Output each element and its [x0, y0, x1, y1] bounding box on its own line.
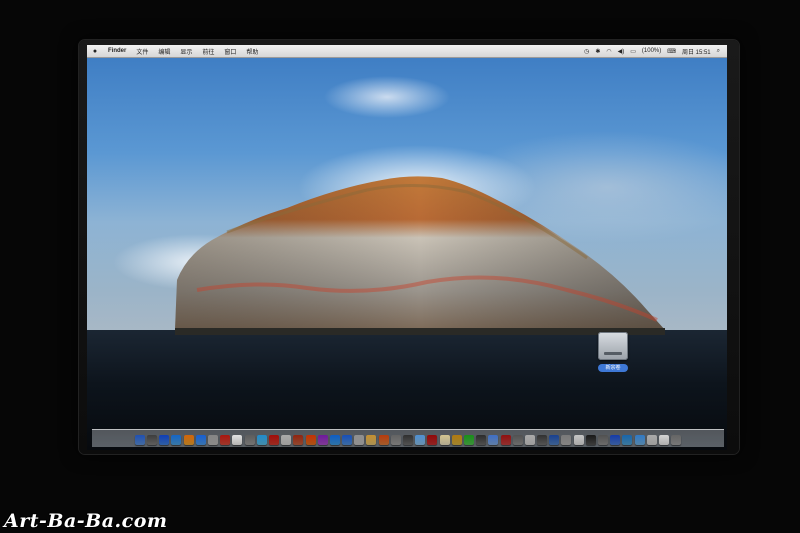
- wifi-icon[interactable]: ◠: [603, 48, 614, 55]
- dock-app-icon[interactable]: [549, 435, 560, 445]
- dock-app-icon[interactable]: [256, 435, 267, 445]
- dock-app-icon[interactable]: [171, 435, 182, 445]
- dock-app-icon[interactable]: [147, 435, 158, 445]
- dock-app-icon[interactable]: [463, 435, 474, 445]
- dock-app-icon[interactable]: [220, 435, 231, 445]
- dock-app-icon[interactable]: [476, 435, 487, 445]
- dock-app-icon[interactable]: [366, 435, 377, 445]
- status-area: ◷ ✱ ◠ ◀) ▭ (100%) ⌨ 周日 15:51 ⌕: [581, 47, 727, 56]
- spotlight-icon[interactable]: ⌕: [714, 48, 723, 55]
- battery-percent[interactable]: (100%): [639, 48, 664, 54]
- time-machine-icon[interactable]: ◷: [581, 48, 592, 55]
- drive-label[interactable]: 新宗卷: [598, 364, 628, 372]
- menu-finder[interactable]: Finder: [103, 48, 131, 54]
- dock-app-icon[interactable]: [244, 435, 255, 445]
- dock-app-icon[interactable]: [451, 435, 462, 445]
- dock-app-icon[interactable]: [415, 435, 426, 445]
- photo: ● Finder 文件 编辑 显示 前往 窗口 帮助 ◷ ✱ ◠ ◀) ▭ (1…: [0, 0, 800, 533]
- dock-app-icon[interactable]: [403, 435, 413, 445]
- dock-app-icon[interactable]: [354, 435, 365, 445]
- desktop-screen: ● Finder 文件 编辑 显示 前往 窗口 帮助 ◷ ✱ ◠ ◀) ▭ (1…: [87, 45, 727, 450]
- dock-app-icon[interactable]: [281, 435, 292, 445]
- dock-app-icon[interactable]: [610, 435, 621, 445]
- dock-app-icon[interactable]: [317, 435, 328, 445]
- menu-window[interactable]: 窗口: [219, 47, 241, 56]
- dock-app-icon[interactable]: [573, 435, 584, 445]
- dock-app-icon[interactable]: [512, 435, 523, 445]
- dock-app-icon[interactable]: [537, 435, 548, 445]
- menu-help[interactable]: 帮助: [241, 47, 263, 56]
- dock-app-icon[interactable]: [488, 435, 499, 445]
- dock-app-icon[interactable]: [427, 435, 438, 445]
- dock-app-icon[interactable]: [646, 435, 657, 445]
- dock-app-icon[interactable]: [390, 435, 401, 445]
- dock-app-icon[interactable]: [585, 435, 596, 445]
- menu-bar: ● Finder 文件 编辑 显示 前往 窗口 帮助 ◷ ✱ ◠ ◀) ▭ (1…: [87, 45, 727, 58]
- menu-clock[interactable]: 周日 15:51: [679, 47, 714, 56]
- dock-app-icon[interactable]: [634, 435, 645, 445]
- dock-app-icon[interactable]: [195, 435, 206, 445]
- dock-app-icon[interactable]: [208, 435, 218, 445]
- bluetooth-icon[interactable]: ✱: [592, 48, 603, 55]
- dock-app-icon[interactable]: [378, 435, 389, 445]
- dock-app-icon[interactable]: [159, 435, 170, 445]
- dock-app-icon[interactable]: [134, 435, 145, 445]
- dock: [92, 429, 724, 447]
- hard-drive-icon[interactable]: [598, 332, 628, 360]
- dock-app-icon[interactable]: [622, 435, 633, 445]
- desktop-drive[interactable]: 新宗卷: [594, 332, 632, 380]
- dock-app-icon[interactable]: [183, 435, 194, 445]
- dock-app-icon[interactable]: [329, 435, 340, 445]
- input-source-icon[interactable]: ⌨: [664, 48, 679, 55]
- menu-go[interactable]: 前往: [197, 47, 219, 56]
- wallpaper-island: [175, 176, 665, 335]
- menu-file[interactable]: 文件: [131, 47, 153, 56]
- dock-app-icon[interactable]: [598, 435, 608, 445]
- dock-app-icon[interactable]: [293, 435, 304, 445]
- dock-app-icon[interactable]: [439, 435, 450, 445]
- dock-app-icon[interactable]: [524, 435, 535, 445]
- menu-view[interactable]: 显示: [175, 47, 197, 56]
- dock-app-icon[interactable]: [305, 435, 316, 445]
- dock-app-icon[interactable]: [561, 435, 572, 445]
- apple-icon[interactable]: ●: [87, 48, 103, 55]
- watermark: Art-Ba-Ba.com: [4, 510, 168, 532]
- dock-app-icon[interactable]: [500, 435, 511, 445]
- dock-app-icon[interactable]: [342, 435, 353, 445]
- menu-edit[interactable]: 编辑: [153, 47, 175, 56]
- dock-app-icon[interactable]: [671, 435, 682, 445]
- dock-app-icon[interactable]: [268, 435, 279, 445]
- battery-icon[interactable]: ▭: [627, 48, 639, 55]
- dock-app-icon[interactable]: [232, 435, 243, 445]
- dock-app-icon[interactable]: [658, 435, 669, 445]
- volume-icon[interactable]: ◀): [615, 48, 628, 55]
